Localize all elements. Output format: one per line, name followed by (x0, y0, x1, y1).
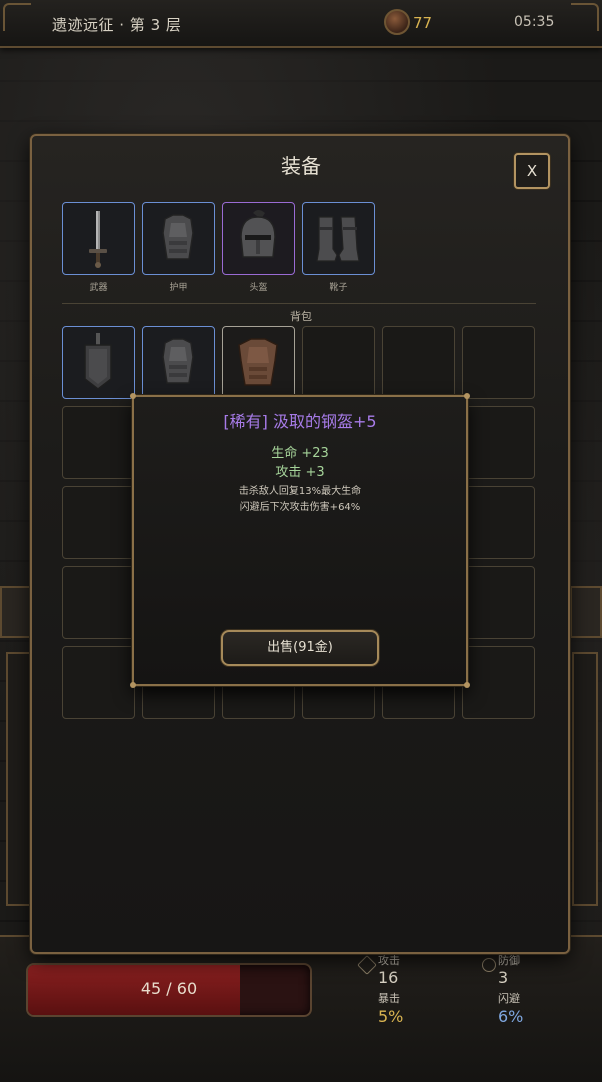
defense-label: 防御 (498, 954, 520, 967)
close-button[interactable]: X (514, 153, 550, 189)
equip-slot-label: 靴子 (329, 283, 348, 293)
helmet-icon (240, 210, 276, 258)
sword-icon (89, 211, 107, 268)
tooltip-corner-rivet (130, 393, 136, 399)
defense-value: 3 (498, 968, 509, 987)
hp-text: 45 / 60 (140, 979, 198, 998)
shield-icon (84, 333, 112, 390)
equip-slot-helmet[interactable] (222, 202, 295, 275)
frame-corner (3, 3, 31, 31)
bag-slot[interactable] (142, 326, 215, 399)
item-name: [稀有] 汲取的钢盔+5 (223, 412, 377, 431)
bag-slot-empty[interactable] (302, 326, 375, 399)
bag-slot-empty[interactable] (62, 486, 135, 559)
boots-icon (316, 216, 360, 262)
panel-title: 装备 (281, 154, 321, 178)
gold-count: 77 (413, 14, 433, 32)
bag-slot-empty[interactable] (382, 326, 455, 399)
item-affix: 闪避后下次攻击伤害+64% (239, 502, 361, 513)
backpack-label: 背包 (290, 310, 312, 323)
tooltip-corner-rivet (130, 682, 136, 688)
armor-icon (162, 338, 194, 384)
bag-slot-empty[interactable] (62, 406, 135, 479)
bag-slot[interactable] (222, 326, 295, 399)
run-timer: 05:35 (514, 14, 555, 30)
bag-slot-empty[interactable] (462, 646, 535, 719)
dungeon-floor-title: 遗迹远征 · 第 3 层 (52, 16, 182, 34)
frame-corner (571, 3, 599, 31)
attack-label: 攻击 (378, 954, 400, 967)
bag-slot-empty[interactable] (62, 646, 135, 719)
right-frame-ornament (570, 586, 602, 638)
item-stat-hp: 生命 +23 (271, 446, 329, 461)
item-stat-attack: 攻击 +3 (275, 465, 325, 480)
equip-slot-label: 武器 (89, 283, 108, 293)
sell-button[interactable]: 出售(91金) (221, 630, 379, 666)
tooltip-corner-rivet (464, 393, 470, 399)
bag-slot-empty[interactable] (462, 406, 535, 479)
tooltip-corner-rivet (464, 682, 470, 688)
dodge-value: 6% (498, 1007, 524, 1026)
crit-label: 暴击 (378, 992, 400, 1005)
hp-bar: 45 / 60 (26, 963, 312, 1017)
armor-icon (162, 214, 194, 260)
bag-slot-empty[interactable] (462, 326, 535, 399)
equip-slot-boots[interactable] (302, 202, 375, 275)
equip-slot-armor[interactable] (142, 202, 215, 275)
gold-pouch-icon (384, 9, 410, 35)
dodge-label: 闪避 (498, 992, 520, 1005)
equip-slot-weapon[interactable] (62, 202, 135, 275)
attack-value: 16 (378, 968, 399, 987)
item-affix: 击杀敌人回复13%最大生命 (238, 486, 362, 497)
equip-slot-label: 头盔 (249, 283, 268, 293)
bag-slot[interactable] (62, 326, 135, 399)
section-divider (62, 303, 536, 304)
bag-slot-empty[interactable] (462, 566, 535, 639)
right-frame-rail (572, 652, 598, 906)
top-bar: 遗迹远征 · 第 3 层 77 05:35 (0, 0, 602, 48)
left-frame-rail (6, 652, 32, 906)
equip-slot-label: 护甲 (169, 283, 188, 293)
bag-slot-empty[interactable] (62, 566, 135, 639)
crit-value: 5% (378, 1007, 404, 1026)
leather-armor-icon (238, 338, 278, 386)
bag-slot-empty[interactable] (462, 486, 535, 559)
left-frame-ornament (0, 586, 32, 638)
